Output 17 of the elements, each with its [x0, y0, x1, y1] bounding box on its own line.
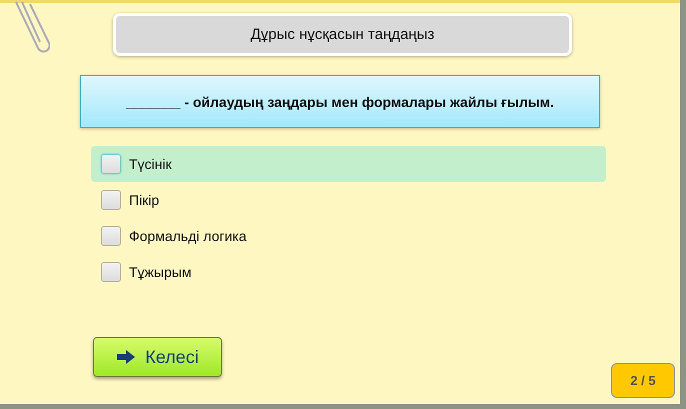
checkbox[interactable]: [101, 190, 121, 210]
checkbox[interactable]: [101, 226, 121, 246]
option-label: Формальді логика: [129, 228, 247, 244]
option-label: Тұжырым: [129, 264, 192, 280]
page-counter: 2 / 5: [611, 363, 675, 398]
checkbox[interactable]: [101, 154, 121, 174]
instruction-title: Дұрыс нұсқасын таңдаңыз: [113, 13, 572, 56]
question-text: _______ - ойлаудың заңдары мен формалары жайлы ғылым.: [80, 75, 600, 128]
arrow-right-icon: [116, 349, 136, 365]
answer-option[interactable]: Формальді логика: [91, 218, 606, 254]
option-label: Пікір: [129, 192, 160, 208]
answer-option[interactable]: Тұжырым: [91, 254, 606, 290]
next-button[interactable]: Келесі: [93, 337, 222, 377]
answer-option[interactable]: Түсінік: [91, 146, 606, 182]
option-label: Түсінік: [129, 156, 172, 172]
answer-option[interactable]: Пікір: [91, 182, 606, 218]
checkbox[interactable]: [101, 262, 121, 282]
